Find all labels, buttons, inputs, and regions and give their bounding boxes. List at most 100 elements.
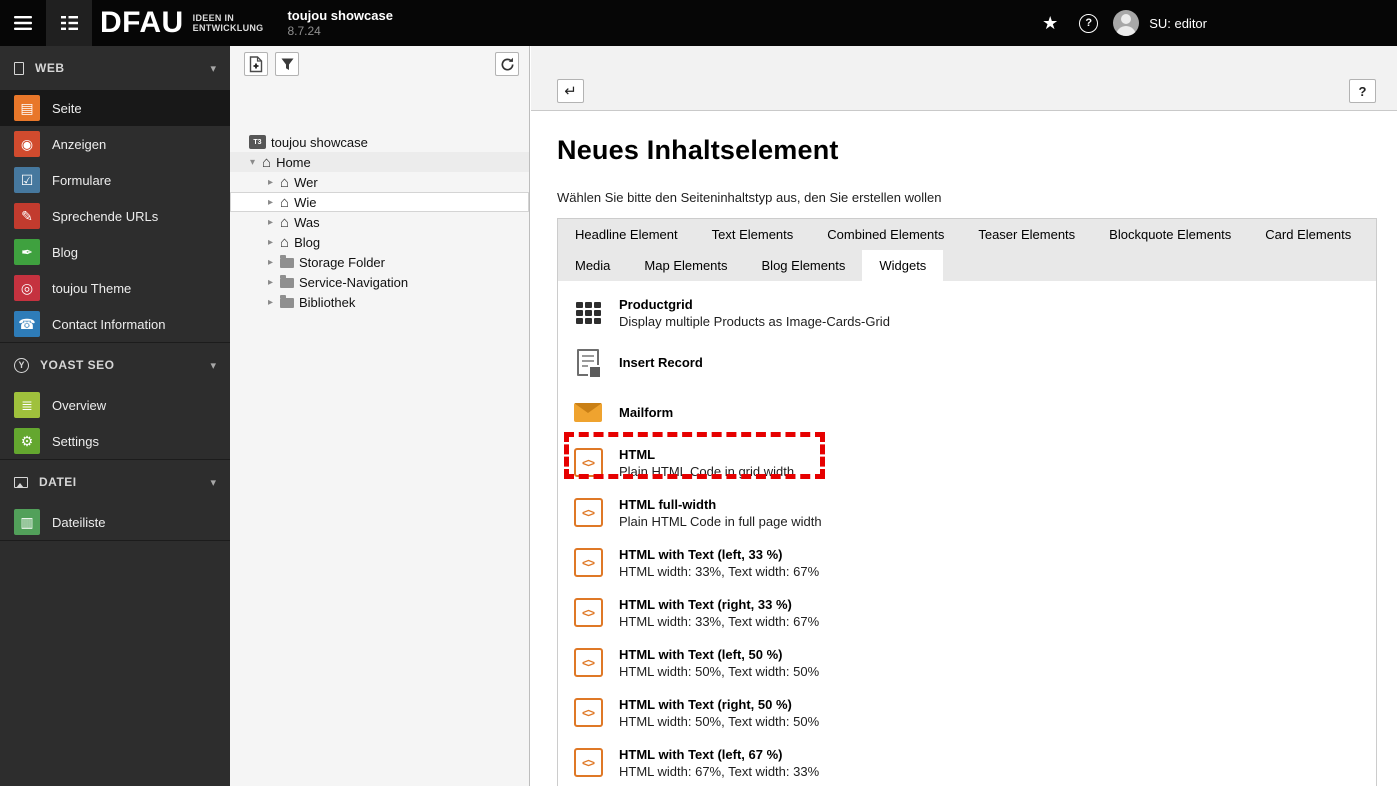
chevron-collapsed-icon[interactable]: ▸ (266, 297, 275, 308)
chevron-collapsed-icon[interactable]: ▸ (266, 277, 275, 288)
wizard-content: Neues Inhaltselement Wählen Sie bitte de… (531, 111, 1397, 786)
folder-icon (280, 275, 294, 288)
element-html-text-right-33[interactable]: <> HTML with Text (right, 33 %) HTML wid… (558, 591, 1376, 634)
tab-headline-element[interactable]: Headline Element (558, 219, 695, 250)
tab-card-elements[interactable]: Card Elements (1248, 219, 1368, 250)
tab-blockquote-elements[interactable]: Blockquote Elements (1092, 219, 1248, 250)
tab-combined-elements[interactable]: Combined Elements (810, 219, 961, 250)
html-code-icon: <> (573, 548, 603, 577)
topbar-right-group: ★ ? SU: editor (1036, 10, 1207, 36)
tree-item-home[interactable]: ▾ ⌂ Home (230, 152, 529, 172)
chevron-collapsed-icon[interactable]: ▸ (266, 177, 275, 188)
sidebar-item-formulare[interactable]: ☑ Formulare (0, 162, 230, 198)
element-mailform[interactable]: Mailform (558, 391, 1376, 434)
folder-icon (280, 255, 294, 268)
page-module-icon: ▤ (14, 95, 40, 121)
tab-teaser-elements[interactable]: Teaser Elements (961, 219, 1092, 250)
sidebar-section-datei[interactable]: DATEI ▾ (0, 460, 230, 504)
chevron-down-icon: ▾ (210, 476, 216, 489)
element-productgrid[interactable]: Productgrid Display multiple Products as… (558, 291, 1376, 334)
filter-funnel-icon (281, 58, 293, 70)
view-module-icon: ◉ (14, 131, 40, 157)
productgrid-icon (575, 301, 601, 324)
element-html-text-right-50[interactable]: <> HTML with Text (right, 50 %) HTML wid… (558, 691, 1376, 734)
page-tree-panel: T3 toujou showcase ▾ ⌂ Home ▸ ⌂ Wer ▸ ⌂ … (230, 46, 530, 786)
page-icon: ⌂ (280, 173, 290, 191)
tab-blog-elements[interactable]: Blog Elements (745, 250, 863, 281)
tree-item-blog[interactable]: ▸ ⌂ Blog (230, 232, 529, 252)
tree-item-wie[interactable]: ▸ ⌂ Wie (230, 192, 529, 212)
help-button[interactable]: ? (1079, 13, 1099, 33)
close-wizard-button[interactable]: ↵ (557, 79, 584, 103)
page-tree: T3 toujou showcase ▾ ⌂ Home ▸ ⌂ Wer ▸ ⌂ … (230, 132, 529, 312)
html-code-icon: <> (573, 448, 603, 477)
section-datei: DATEI ▾ ▥ Dateiliste (0, 460, 230, 541)
docheader: ↵ ? (531, 46, 1397, 111)
sidebar-item-sprechende-urls[interactable]: ✎ Sprechende URLs (0, 198, 230, 234)
page-icon: ⌂ (280, 213, 290, 231)
help-icon: ? (1079, 13, 1099, 33)
sidebar-item-seite[interactable]: ▤ Seite (0, 90, 230, 126)
bookmarks-button[interactable]: ★ (1036, 13, 1064, 34)
sidebar-item-overview[interactable]: ≣ Overview (0, 387, 230, 423)
tree-item-bibliothek[interactable]: ▸ Bibliothek (230, 292, 529, 312)
sidebar-item-contact-information[interactable]: ☎ Contact Information (0, 306, 230, 342)
element-html-text-left-50[interactable]: <> HTML with Text (left, 50 %) HTML widt… (558, 641, 1376, 684)
dfau-tagline: IDEEN IN ENTWICKLUNG (192, 13, 264, 33)
tree-item-wer[interactable]: ▸ ⌂ Wer (230, 172, 529, 192)
sidebar-item-settings[interactable]: ⚙ Settings (0, 423, 230, 459)
page-title: Neues Inhaltselement (557, 135, 839, 165)
sidebar-item-blog[interactable]: ✒ Blog (0, 234, 230, 270)
element-html-text-left-33[interactable]: <> HTML with Text (left, 33 %) HTML widt… (558, 541, 1376, 584)
pagetree-toolbar (230, 46, 529, 82)
page-icon: ⌂ (280, 193, 290, 211)
chevron-collapsed-icon[interactable]: ▸ (266, 217, 275, 228)
tab-widgets[interactable]: Widgets (862, 250, 944, 281)
chevron-collapsed-icon[interactable]: ▸ (266, 257, 275, 268)
sidebar-section-web[interactable]: WEB ▾ (0, 46, 230, 90)
chevron-collapsed-icon[interactable]: ▸ (266, 197, 275, 208)
list-outline-icon (60, 16, 78, 30)
blog-module-icon: ✒ (14, 239, 40, 265)
html-code-icon: <> (573, 648, 603, 677)
star-icon: ★ (1042, 12, 1059, 33)
refresh-icon (501, 57, 514, 70)
context-help-button[interactable]: ? (1349, 79, 1376, 103)
wizard-subtitle: Wählen Sie bitte den Seiteninhaltstyp au… (557, 190, 942, 205)
element-insert-record[interactable]: Insert Record (558, 341, 1376, 384)
tree-item-service-navigation[interactable]: ▸ Service-Navigation (230, 272, 529, 292)
pagetree-toggle-button[interactable] (46, 0, 92, 46)
tree-item-storage-folder[interactable]: ▸ Storage Folder (230, 252, 529, 272)
sidebar-item-toujou-theme[interactable]: ◎ toujou Theme (0, 270, 230, 306)
home-icon: ⌂ (262, 153, 272, 171)
user-menu[interactable]: SU: editor (1113, 10, 1207, 36)
dfau-logo: DFAU IDEEN IN ENTWICKLUNG (100, 8, 263, 38)
topbar: DFAU IDEEN IN ENTWICKLUNG toujou showcas… (0, 0, 1397, 46)
tree-root-toujou-showcase[interactable]: T3 toujou showcase (230, 132, 529, 152)
chevron-collapsed-icon[interactable]: ▸ (266, 237, 275, 248)
tab-text-elements[interactable]: Text Elements (695, 219, 811, 250)
new-page-button[interactable] (244, 52, 268, 76)
refresh-button[interactable] (495, 52, 519, 76)
help-icon: ? (1358, 83, 1367, 99)
module-menu-toggle-button[interactable] (0, 0, 46, 46)
element-list: Productgrid Display multiple Products as… (558, 281, 1376, 786)
sidebar-section-yoast-seo[interactable]: Y YOAST SEO ▾ (0, 343, 230, 387)
sidebar-item-dateiliste[interactable]: ▥ Dateiliste (0, 504, 230, 540)
element-html-full-width[interactable]: <> HTML full-width Plain HTML Code in fu… (558, 491, 1376, 534)
tree-item-was[interactable]: ▸ ⌂ Was (230, 212, 529, 232)
yoast-overview-icon: ≣ (14, 392, 40, 418)
chevron-expanded-icon[interactable]: ▾ (248, 157, 257, 168)
mailform-icon (574, 403, 602, 422)
tab-map-elements[interactable]: Map Elements (627, 250, 744, 281)
speaking-urls-icon: ✎ (14, 203, 40, 229)
wizard-tabs: Headline Element Text Elements Combined … (558, 219, 1376, 281)
filter-button[interactable] (275, 52, 299, 76)
element-html[interactable]: <> HTML Plain HTML Code in grid width (558, 432, 1376, 484)
theme-fingerprint-icon: ◎ (14, 275, 40, 301)
sidebar-item-anzeigen[interactable]: ◉ Anzeigen (0, 126, 230, 162)
chevron-down-icon: ▾ (210, 359, 216, 372)
typo3-version: 8.7.24 (287, 24, 321, 38)
tab-media[interactable]: Media (558, 250, 627, 281)
element-html-text-left-67[interactable]: <> HTML with Text (left, 67 %) HTML widt… (558, 741, 1376, 784)
